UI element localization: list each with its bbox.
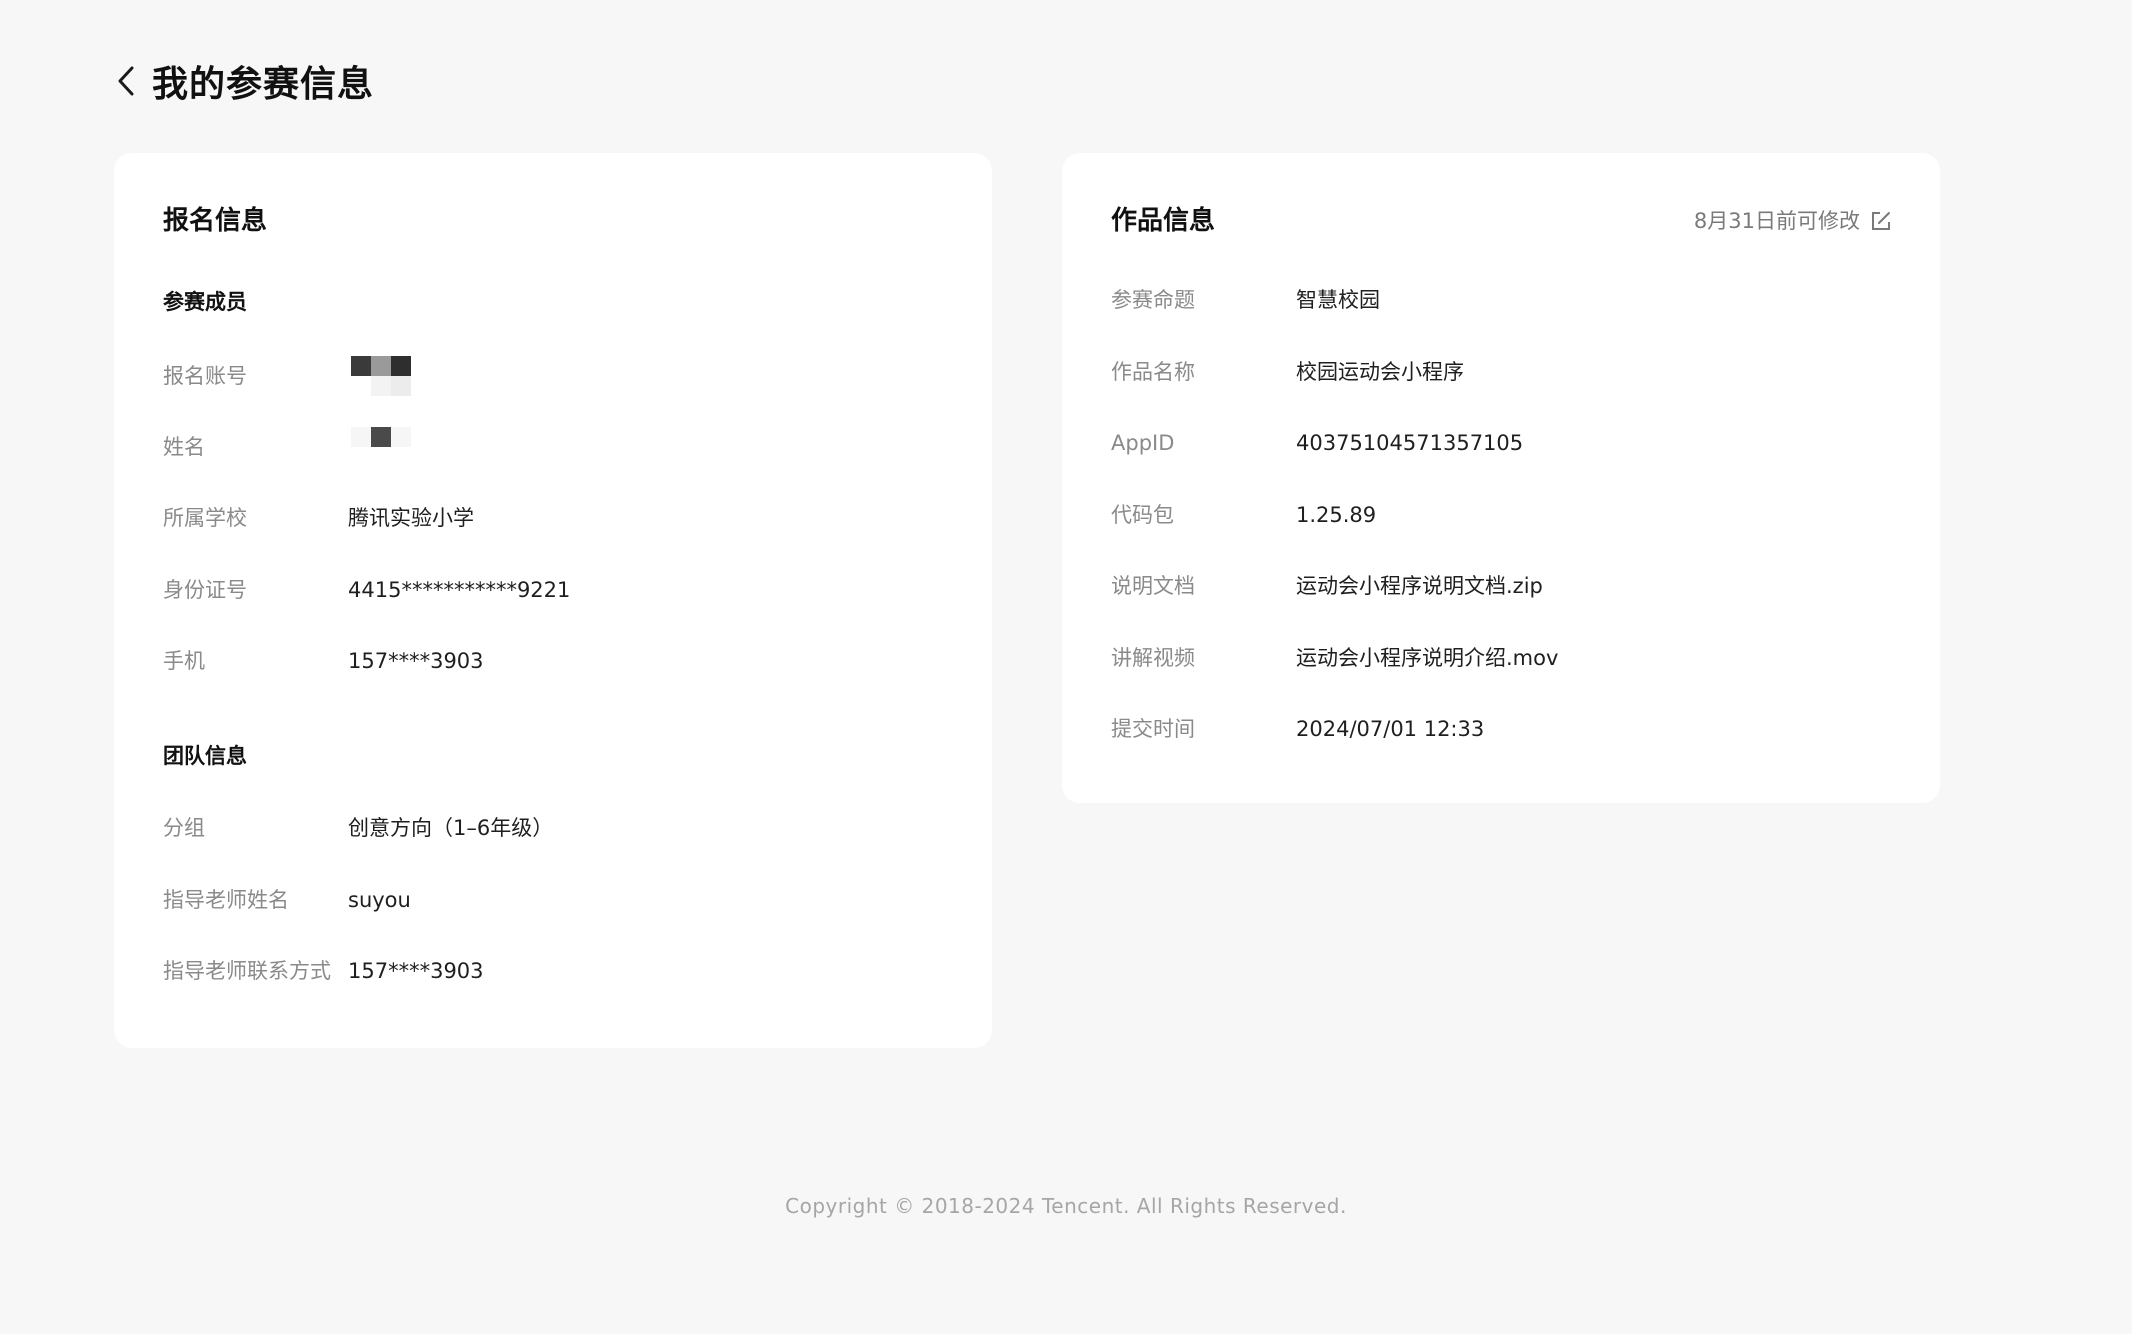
info-value: 腾讯实验小学 — [348, 506, 474, 530]
info-value: 创意方向（1–6年级） — [348, 816, 554, 840]
edit-button[interactable]: 8月31日前可修改 — [1694, 203, 1892, 239]
info-label: 所属学校 — [163, 506, 247, 530]
work-row-appid: AppID 40375104571357105 — [1111, 426, 1900, 460]
info-value: 157****3903 — [348, 649, 484, 673]
info-label: 作品名称 — [1111, 360, 1195, 384]
info-row-teacher-contact: 指导老师联系方式 157****3903 — [163, 954, 952, 988]
work-card-title: 作品信息 — [1111, 206, 1216, 236]
info-row-school: 所属学校 腾讯实验小学 — [163, 501, 952, 535]
account-value-redacted — [348, 356, 411, 396]
chevron-left-icon[interactable] — [112, 61, 140, 101]
members-section-title: 参赛成员 — [163, 290, 247, 314]
team-section-title: 团队信息 — [163, 744, 247, 768]
work-row-document: 说明文档 运动会小程序说明文档.zip — [1111, 569, 1900, 603]
info-value: 智慧校园 — [1296, 288, 1380, 312]
info-label: 讲解视频 — [1111, 646, 1195, 670]
info-label: 指导老师联系方式 — [163, 959, 331, 983]
info-label: 指导老师姓名 — [163, 888, 289, 912]
info-label: 提交时间 — [1111, 717, 1195, 741]
info-row-id-number: 身份证号 4415***********9221 — [163, 573, 952, 607]
redacted-mosaic — [351, 427, 411, 467]
info-row-group: 分组 创意方向（1–6年级） — [163, 811, 952, 845]
back-nav[interactable]: 我的参赛信息 — [112, 56, 374, 106]
registration-card: 报名信息 参赛成员 报名账号 姓名 所属学校 腾讯实验小学 身份证号 4415*… — [114, 153, 992, 1048]
work-row-submit-time: 提交时间 2024/07/01 12:33 — [1111, 712, 1900, 746]
document-file-link[interactable]: 运动会小程序说明文档.zip — [1296, 569, 1543, 603]
info-label: 手机 — [163, 649, 205, 673]
page-title: 我的参赛信息 — [152, 64, 375, 105]
info-label: 身份证号 — [163, 578, 247, 602]
info-value: 4415***********9221 — [348, 578, 571, 602]
info-value: suyou — [348, 888, 411, 912]
name-value-redacted — [348, 427, 411, 467]
info-label: 分组 — [163, 816, 205, 840]
info-label: 参赛命题 — [1111, 288, 1195, 312]
work-row-video: 讲解视频 运动会小程序说明介绍.mov — [1111, 641, 1900, 675]
info-value: 157****3903 — [348, 959, 484, 983]
edit-icon — [1870, 210, 1892, 232]
info-label: 报名账号 — [163, 364, 247, 388]
info-value: 2024/07/01 12:33 — [1296, 717, 1485, 741]
edit-label: 8月31日前可修改 — [1693, 209, 1860, 233]
info-value: 校园运动会小程序 — [1296, 360, 1464, 384]
work-card: 作品信息 8月31日前可修改 参赛命题 智慧校园 作品名称 校园运动会小程序 A… — [1062, 153, 1940, 803]
info-label: 说明文档 — [1111, 574, 1195, 598]
info-label: 代码包 — [1111, 503, 1174, 527]
info-row-teacher-name: 指导老师姓名 suyou — [163, 883, 952, 917]
work-row-name: 作品名称 校园运动会小程序 — [1111, 355, 1900, 389]
info-row-phone: 手机 157****3903 — [163, 644, 952, 678]
info-value: 40375104571357105 — [1296, 431, 1524, 455]
redacted-mosaic — [351, 356, 411, 396]
info-row-account: 报名账号 — [163, 356, 952, 396]
registration-card-title: 报名信息 — [163, 206, 268, 236]
info-label: 姓名 — [163, 435, 205, 459]
info-label: AppID — [1111, 431, 1175, 455]
info-row-name: 姓名 — [163, 427, 952, 467]
work-row-topic: 参赛命题 智慧校园 — [1111, 283, 1900, 317]
info-value: 1.25.89 — [1296, 503, 1377, 527]
copyright-footer: Copyright © 2018-2024 Tencent. All Right… — [785, 1194, 1347, 1218]
work-row-code-package: 代码包 1.25.89 — [1111, 498, 1900, 532]
video-file-link[interactable]: 运动会小程序说明介绍.mov — [1296, 641, 1558, 675]
